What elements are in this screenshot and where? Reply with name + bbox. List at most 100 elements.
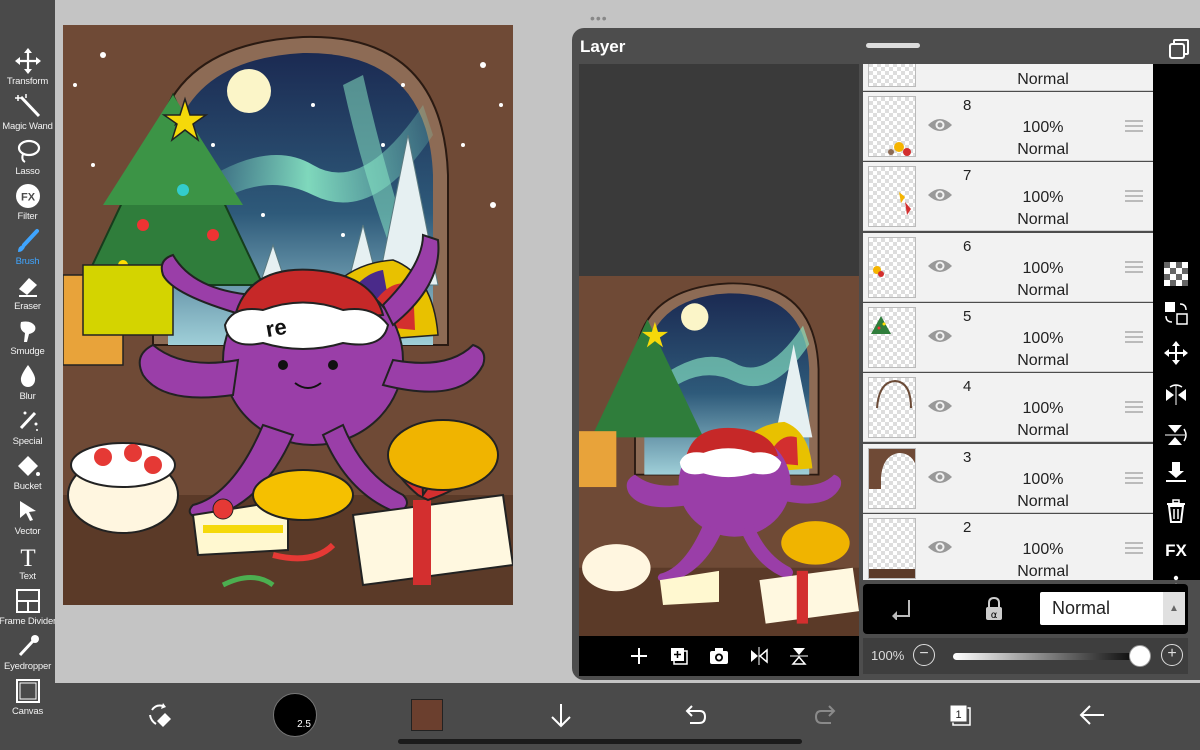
drag-handle-icon[interactable] <box>1125 260 1143 273</box>
alpha-lock-button[interactable]: α <box>981 596 1007 622</box>
color-picker-button[interactable] <box>405 693 449 737</box>
opacity-control: 100% − + <box>863 638 1188 674</box>
fx-filter-icon: FX <box>14 182 42 210</box>
flip-horizontal-button[interactable] <box>748 645 770 667</box>
checker-icon <box>1164 262 1188 286</box>
tool-canvas[interactable]: Canvas <box>0 677 55 722</box>
flip-layer-vertical-button[interactable] <box>1161 420 1191 450</box>
drag-handle-icon[interactable] <box>1125 120 1143 132</box>
layer-fx-button[interactable]: FX <box>1161 536 1191 566</box>
tool-magic-wand[interactable]: Magic Wand <box>0 92 55 137</box>
tool-filter[interactable]: FX Filter <box>0 182 55 227</box>
layer-row-4[interactable]: 4 100% Normal <box>863 373 1153 443</box>
tool-frame-divider[interactable]: Frame Divider <box>0 587 56 632</box>
triangle-up-icon: ▲ <box>1163 592 1185 625</box>
flip-horizontal-icon <box>751 647 768 665</box>
redo-button[interactable] <box>805 693 849 737</box>
layers-count: 1 <box>955 709 961 721</box>
layer-row-8[interactable]: 8 100% Normal <box>863 92 1153 161</box>
panel-drag-dots[interactable]: ••• <box>590 10 608 26</box>
brush-size-button[interactable]: 2.5 <box>273 693 317 737</box>
tool-eraser[interactable]: Eraser <box>0 272 55 317</box>
undo-icon <box>685 705 707 724</box>
layer-row-5[interactable]: 5 100% Normal <box>863 302 1153 372</box>
transparency-button[interactable] <box>1161 259 1191 289</box>
eye-icon[interactable] <box>927 186 953 204</box>
artwork-canvas[interactable]: re <box>63 25 513 605</box>
drag-handle-icon[interactable] <box>1125 401 1143 414</box>
opacity-slider-track[interactable] <box>953 653 1143 660</box>
layer-row-7[interactable]: 7 100% Normal <box>863 162 1153 232</box>
layer-thumbnail <box>868 166 916 228</box>
current-color-swatch <box>411 699 443 731</box>
eye-icon[interactable] <box>927 257 953 275</box>
drag-handle-icon[interactable] <box>1125 330 1143 343</box>
eye-icon[interactable] <box>927 468 953 486</box>
flip-vertical-icon <box>1165 425 1187 445</box>
blend-mode-select[interactable]: Normal ▲ <box>1040 592 1185 625</box>
layer-name: 3 <box>963 448 972 466</box>
tool-eyedropper[interactable]: Eyedropper <box>0 632 55 677</box>
opacity-decrease-button[interactable]: − <box>913 644 935 666</box>
maximize-panel-button[interactable] <box>1168 38 1190 60</box>
tool-lasso[interactable]: Lasso <box>0 137 55 182</box>
tool-blur[interactable]: Blur <box>0 362 55 407</box>
layer-preview[interactable] <box>579 64 859 636</box>
tool-smudge[interactable]: Smudge <box>0 317 55 362</box>
preview-artwork <box>579 276 859 636</box>
delete-layer-button[interactable] <box>1161 496 1191 526</box>
layer-row-3[interactable]: 3 100% Normal <box>863 443 1153 513</box>
move-icon <box>1164 341 1188 365</box>
layer-blend-mode: Normal <box>1017 141 1069 158</box>
tool-brush[interactable]: Brush <box>0 227 55 272</box>
panel-drag-handle[interactable] <box>866 43 920 48</box>
layer-blend-mode: Normal <box>1017 71 1069 88</box>
layers-stack-icon: 1 <box>949 704 971 726</box>
flip-layer-horizontal-button[interactable] <box>1161 380 1191 410</box>
layer-row-partial[interactable]: Normal <box>863 64 1153 91</box>
layers-button[interactable]: 1 <box>938 693 982 737</box>
drag-handle-icon[interactable] <box>1125 541 1143 554</box>
move-to-layer-button[interactable] <box>1161 298 1191 328</box>
layer-name: 5 <box>963 307 972 325</box>
add-layer-button[interactable] <box>628 645 650 667</box>
undo-button[interactable] <box>672 693 716 737</box>
tool-bucket[interactable]: Bucket <box>0 452 55 497</box>
flip-vertical-button[interactable] <box>788 645 810 667</box>
drag-handle-icon[interactable] <box>1125 471 1143 484</box>
download-button[interactable] <box>539 693 583 737</box>
clipping-button[interactable] <box>891 598 917 621</box>
app-window: Transform Magic Wand Lasso FX Filter Bru… <box>0 0 1200 750</box>
tool-vector[interactable]: Vector <box>0 497 55 542</box>
svg-text:FX: FX <box>20 192 35 204</box>
layer-name: 8 <box>963 97 972 114</box>
duplicate-layer-button[interactable] <box>668 645 690 667</box>
opacity-slider-knob[interactable] <box>1129 645 1151 667</box>
eye-icon[interactable] <box>927 327 953 345</box>
layer-row-2[interactable]: 2 100% Normal <box>863 513 1153 580</box>
eye-icon[interactable] <box>927 538 953 556</box>
eye-icon[interactable] <box>927 397 953 415</box>
eye-icon[interactable] <box>927 116 953 134</box>
camera-layer-button[interactable] <box>708 645 730 667</box>
christmas-octopus-illustration: re <box>63 35 513 605</box>
drag-handle-icon[interactable] <box>1125 190 1143 203</box>
move-layer-button[interactable] <box>1161 338 1191 368</box>
tool-transform[interactable]: Transform <box>0 47 55 92</box>
back-button[interactable] <box>1070 693 1114 737</box>
tool-text[interactable]: T Text <box>0 542 55 587</box>
layer-opacity: 100% <box>1022 470 1064 488</box>
merge-down-button[interactable] <box>1161 457 1191 487</box>
tool-special[interactable]: Special <box>0 407 55 452</box>
tool-label: Canvas <box>11 706 43 717</box>
tool-label: Blur <box>19 391 36 402</box>
clipping-arrow-icon <box>892 600 910 621</box>
quick-tool-button[interactable] <box>139 693 183 737</box>
layer-list[interactable]: Normal 8 100% Normal 7 100% Normal 6 100% Normal… <box>863 64 1153 580</box>
camera-icon <box>710 648 728 664</box>
layer-row-6[interactable]: 6 100% Normal <box>863 232 1153 302</box>
eraser-swap-icon <box>149 703 171 727</box>
blend-mode-bar: α Normal ▲ <box>863 584 1188 634</box>
opacity-increase-button[interactable]: + <box>1161 644 1183 666</box>
home-indicator[interactable] <box>398 739 802 744</box>
